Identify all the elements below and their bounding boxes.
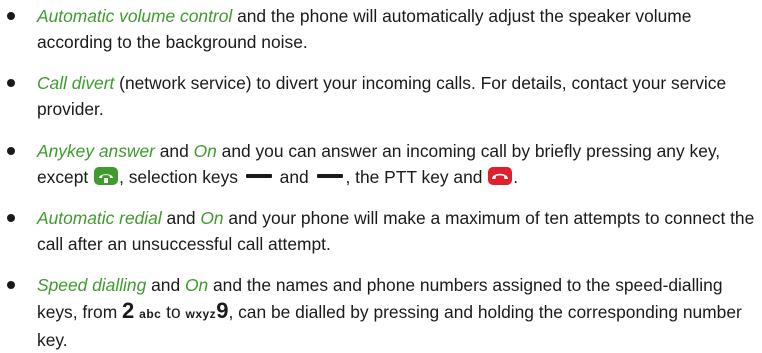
key-digit: 2 (122, 298, 135, 323)
selection-key-icon (245, 174, 272, 178)
call-key-icon (93, 166, 119, 193)
option-value: On (184, 275, 209, 295)
item-text: and (161, 208, 201, 228)
bullet-icon (7, 12, 15, 20)
key-digit: 9 (216, 298, 229, 323)
list-item: Anykey answer and On and you can answer … (7, 138, 757, 193)
item-text: and (146, 275, 185, 295)
item-text: , the PTT key and (345, 167, 488, 187)
list-item: Speed dialling and On and the names and … (7, 272, 757, 353)
item-text: to (161, 302, 186, 322)
option-name: Automatic volume control (37, 6, 233, 26)
item-text: , selection keys (119, 167, 243, 187)
item-text: . (513, 167, 519, 187)
option-name: Speed dialling (37, 275, 147, 295)
key-9-icon: wxyz9 (185, 298, 229, 323)
option-name: Call divert (37, 73, 115, 93)
bullet-icon (7, 147, 15, 155)
item-text: (network service) to divert your incomin… (37, 73, 727, 119)
list-item: Automatic volume control and the phone w… (7, 3, 757, 55)
bullet-icon (7, 79, 15, 87)
end-key-icon (487, 166, 513, 193)
option-value: On (193, 141, 217, 161)
item-text: and (154, 141, 194, 161)
bullet-icon (7, 281, 15, 289)
bullet-icon (7, 214, 15, 222)
key-letters: abc (139, 307, 162, 321)
option-name: Anykey answer (37, 141, 155, 161)
option-value: On (200, 208, 224, 228)
key-letters: wxyz (185, 307, 217, 321)
list-item: Call divert (network service) to divert … (7, 70, 757, 122)
selection-key-icon (316, 174, 343, 178)
option-name: Automatic redial (37, 208, 162, 228)
key-2-icon: 2 abc (122, 298, 162, 323)
item-text: and (274, 167, 314, 187)
list-item: Automatic redial and On and your phone w… (7, 205, 757, 257)
